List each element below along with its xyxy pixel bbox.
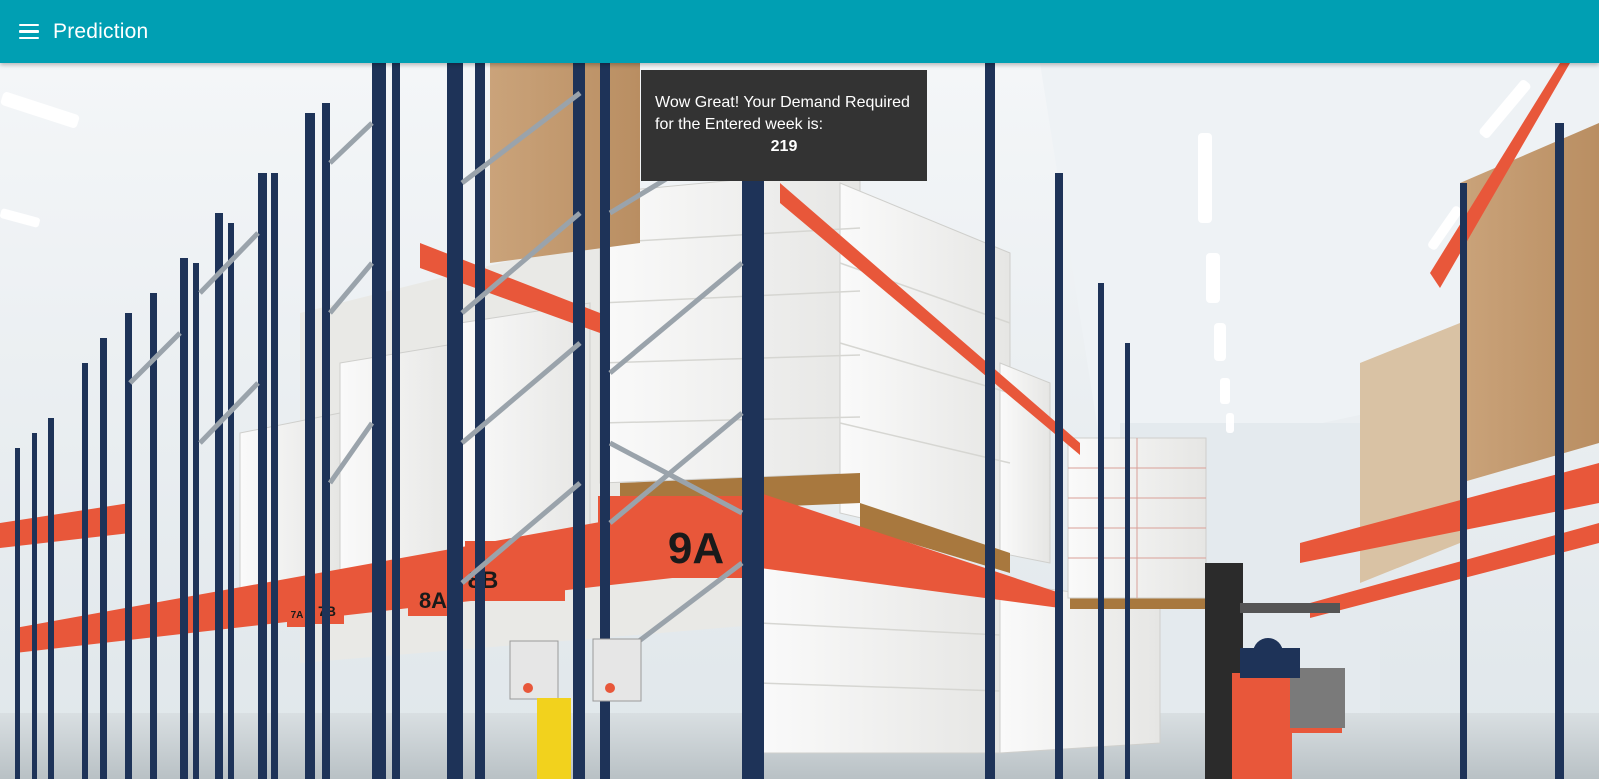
result-value: 219 — [770, 138, 798, 155]
result-message: Wow Great! Your Demand Required for the … — [655, 94, 910, 133]
page-title: Prediction — [53, 19, 149, 43]
app-bar: Prediction — [0, 0, 1599, 63]
rack-label-7a: 7A — [291, 610, 304, 621]
rack-label-8a: 8A — [419, 588, 447, 613]
rack-label-9a: 9A — [668, 524, 724, 573]
prediction-result-tooltip: Wow Great! Your Demand Required for the … — [641, 70, 927, 181]
hamburger-menu-icon[interactable] — [19, 21, 41, 43]
